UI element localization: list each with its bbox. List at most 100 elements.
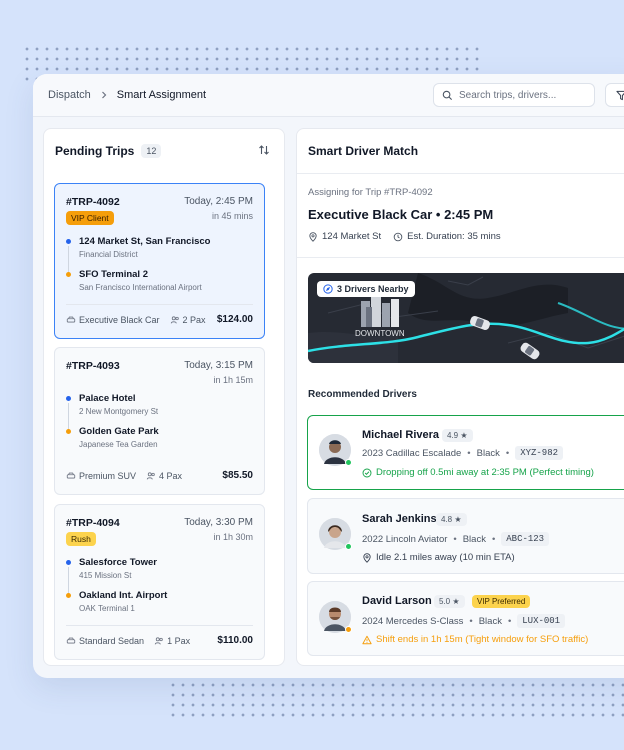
dropoff-name: Golden Gate Park: [79, 426, 159, 437]
driver-status-text: Idle 2.1 miles away (10 min ETA): [376, 552, 515, 563]
trip-id: #TRP-4094: [66, 517, 120, 529]
breadcrumb: Dispatch Smart Assignment: [48, 89, 206, 101]
trip-eta: in 1h 15m: [213, 375, 253, 385]
drivers-map[interactable]: DOWNTOWN 3 Drivers Nearby: [308, 273, 624, 363]
avatar: [319, 601, 352, 633]
trip-footer: Standard Sedan 1 Pax $110.00: [66, 635, 253, 646]
clock-icon: [393, 232, 403, 241]
compass-icon: [323, 284, 333, 294]
dropoff-sub: OAK Terminal 1: [79, 604, 135, 613]
driver-card[interactable]: Sarah Jenkins 4.8 ★ 2022 Lincoln Aviator…: [307, 498, 624, 574]
breadcrumb-dispatch[interactable]: Dispatch: [48, 89, 91, 101]
trip-card[interactable]: #TRP-4092 Today, 2:45 PM in 45 mins VIP …: [54, 183, 265, 339]
driver-vehicle: 2024 Mercedes S-Class • Black • LUX-001: [362, 614, 566, 628]
map-pin-icon: [309, 231, 317, 242]
driver-match-header: Smart Driver Match: [297, 129, 624, 174]
map-label-downtown: DOWNTOWN: [355, 329, 405, 338]
filter-icon: [616, 90, 624, 101]
pickup-stop: 124 Market St, San Francisco Financial D…: [66, 236, 256, 259]
dropoff-sub: Japanese Tea Garden: [79, 440, 158, 449]
pickup-sub: 2 New Montgomery St: [79, 407, 159, 416]
vehicle-type: Standard Sedan: [66, 636, 144, 646]
license-plate: LUX-001: [517, 614, 566, 628]
vip-preferred-badge: VIP Preferred: [472, 595, 531, 608]
avatar: [319, 518, 352, 550]
dropoff-dot-icon: [66, 429, 71, 434]
trip-eta: in 1h 30m: [213, 532, 253, 542]
section-divider: [297, 257, 624, 258]
passenger-count-label: 2 Pax: [182, 314, 206, 325]
driver-status: Idle 2.1 miles away (10 min ETA): [362, 552, 515, 563]
drivers-nearby-label: 3 Drivers Nearby: [337, 284, 409, 294]
pickup-dot-icon: [66, 560, 71, 565]
car-icon: [66, 316, 76, 322]
driver-status-text: Shift ends in 1h 15m (Tight window for S…: [376, 634, 589, 645]
pending-trips-header: Pending Trips 12: [44, 129, 284, 173]
pickup-location-label: 124 Market St: [322, 231, 382, 242]
dropoff-dot-icon: [66, 272, 71, 277]
passenger-count: 1 Pax: [154, 636, 190, 646]
recommended-drivers-title: Recommended Drivers: [308, 389, 417, 400]
pending-count-badge: 12: [141, 144, 162, 158]
chevron-right-icon: [100, 91, 108, 99]
trip-price: $124.00: [216, 314, 253, 325]
search-input[interactable]: [459, 89, 589, 101]
trip-card[interactable]: #TRP-4094 Today, 3:30 PM in 1h 30m Rush …: [54, 504, 265, 660]
pickup-name: Salesforce Tower: [79, 557, 157, 568]
dropoff-stop: Oakland Int. Airport OAK Terminal 1: [66, 590, 256, 613]
vehicle-color: Black: [476, 447, 500, 459]
filter-button[interactable]: [605, 83, 624, 107]
pickup-dot-icon: [66, 239, 71, 244]
online-status-indicator: [345, 543, 352, 550]
driver-rating: 5.0 ★: [434, 595, 465, 608]
estimated-duration: Est. Duration: 35 mins: [393, 231, 501, 242]
driver-match-title: Smart Driver Match: [308, 144, 419, 158]
vehicle-type: Premium SUV: [66, 471, 136, 481]
pickup-sub: Financial District: [79, 250, 138, 259]
vehicle-type-label: Standard Sedan: [79, 635, 145, 646]
pickup-sub: 415 Mission St: [79, 571, 132, 580]
vehicle-model: 2024 Mercedes S-Class: [362, 615, 464, 627]
estimated-duration-label: Est. Duration: 35 mins: [407, 231, 501, 242]
driver-match-panel: Smart Driver Match Assigning for Trip #T…: [296, 128, 624, 666]
trip-time: Today, 2:45 PM: [184, 196, 253, 207]
pickup-stop: Palace Hotel 2 New Montgomery St: [66, 393, 256, 416]
dropoff-stop: SFO Terminal 2 San Francisco Internation…: [66, 269, 256, 292]
driver-status-text: Dropping off 0.5mi away at 2:35 PM (Perf…: [376, 467, 594, 478]
decorative-dots-bottom: [168, 680, 624, 720]
search-box[interactable]: [433, 83, 595, 107]
vehicle-type-label: Premium SUV: [79, 470, 137, 481]
trip-card[interactable]: #TRP-4093 Today, 3:15 PM in 1h 15m Palac…: [54, 347, 265, 495]
driver-rating: 4.9 ★: [442, 429, 473, 442]
driver-vehicle: 2023 Cadillac Escalade • Black • XYZ-982: [362, 446, 563, 460]
trip-eta: in 45 mins: [211, 211, 253, 221]
trip-price: $110.00: [217, 635, 253, 646]
dropoff-sub: San Francisco International Airport: [79, 283, 202, 292]
drivers-nearby-badge: 3 Drivers Nearby: [317, 281, 415, 297]
trip-id: #TRP-4093: [66, 360, 120, 372]
driver-name: Michael Rivera: [362, 429, 440, 441]
passenger-count: 4 Pax: [146, 471, 182, 481]
vip-client-badge: VIP Client: [66, 211, 114, 225]
trip-route: 124 Market St, San Francisco Financial D…: [66, 236, 256, 292]
license-plate: XYZ-982: [515, 446, 563, 460]
vehicle-color: Black: [462, 533, 486, 545]
sort-icon[interactable]: [258, 144, 270, 156]
driver-card[interactable]: David Larson 5.0 ★ VIP Preferred 2024 Me…: [307, 581, 624, 656]
driver-name: David Larson: [362, 595, 432, 607]
vehicle-type: Executive Black Car: [66, 315, 160, 325]
card-divider: [66, 625, 253, 626]
vehicle-model: 2022 Lincoln Aviator: [362, 533, 448, 545]
pickup-stop: Salesforce Tower 415 Mission St: [66, 557, 256, 580]
dropoff-dot-icon: [66, 593, 71, 598]
pickup-location: 124 Market St: [308, 231, 381, 242]
trip-route: Palace Hotel 2 New Montgomery St Golden …: [66, 393, 256, 449]
card-divider: [66, 304, 253, 305]
driver-card[interactable]: Michael Rivera 4.9 ★ 2023 Cadillac Escal…: [307, 415, 624, 490]
driver-status: Dropping off 0.5mi away at 2:35 PM (Perf…: [362, 467, 594, 478]
license-plate: ABC-123: [501, 532, 550, 546]
app-window: Dispatch Smart Assignment Pending Trips …: [33, 74, 624, 678]
users-icon: [146, 471, 155, 479]
passenger-count-label: 1 Pax: [167, 635, 191, 646]
trip-price: $85.50: [222, 470, 253, 481]
